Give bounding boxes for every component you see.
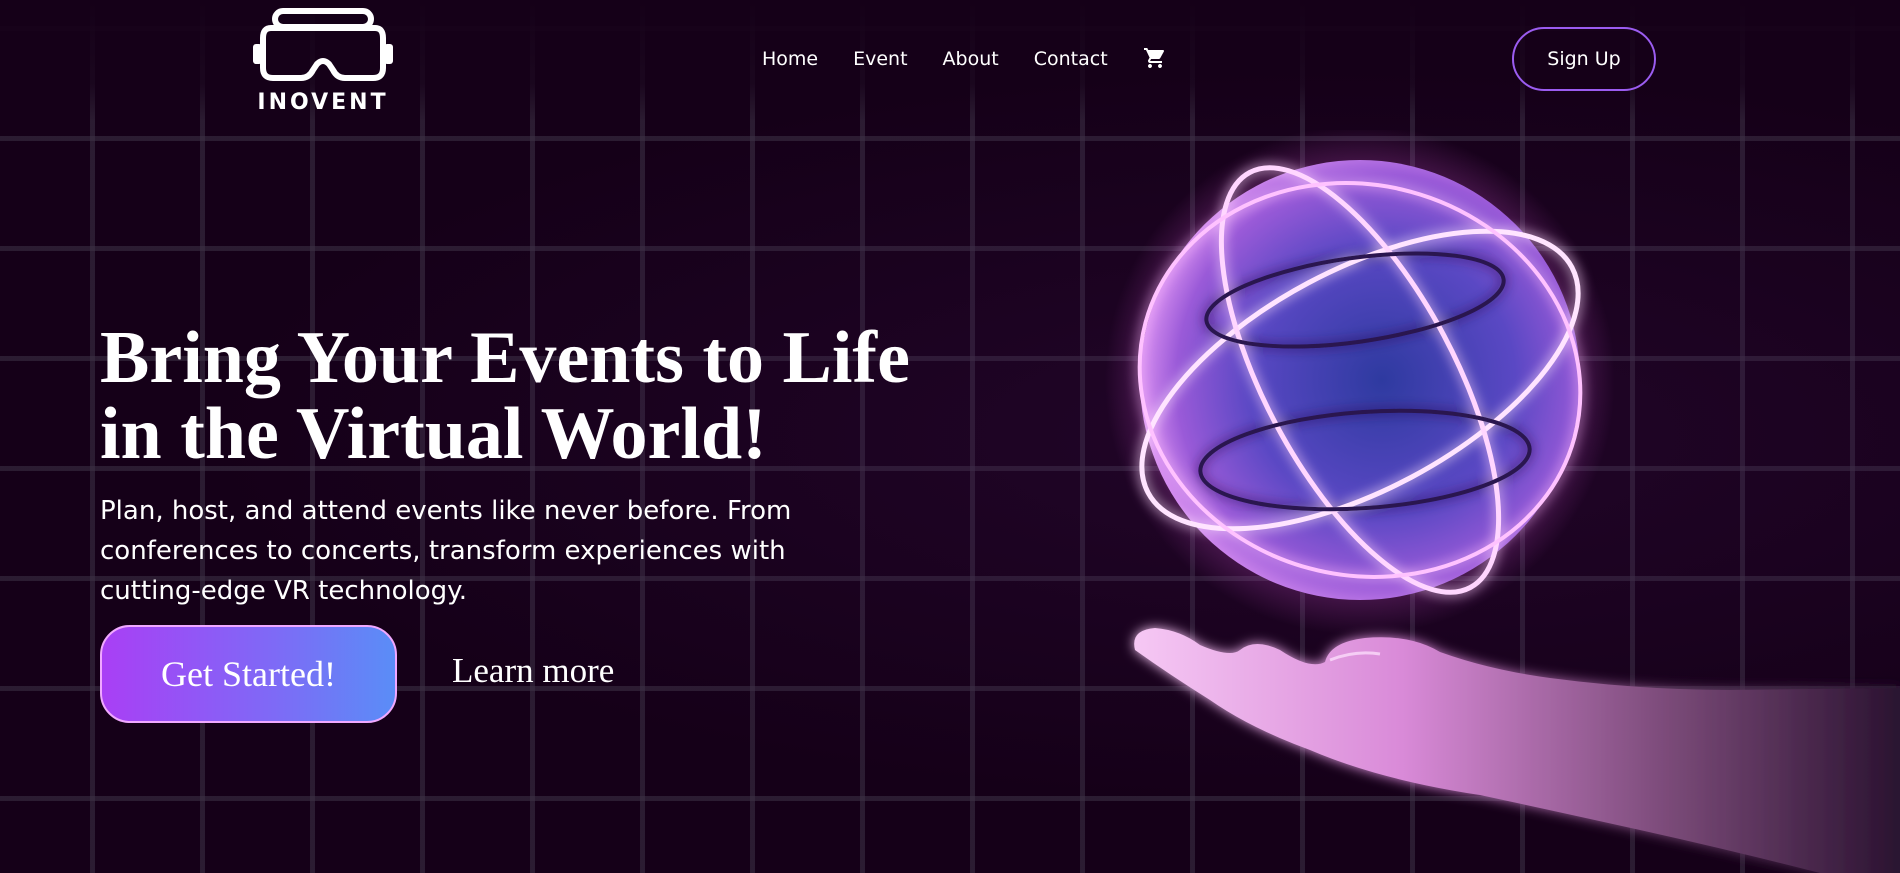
globe-sphere: [1140, 160, 1580, 600]
hand: [1134, 628, 1900, 873]
hero-title: Bring Your Events to Life in the Virtual…: [100, 320, 1000, 472]
hero-subtitle-line: cutting-edge VR technology.: [100, 576, 468, 606]
hero-title-line: Bring Your Events to Life: [100, 317, 910, 399]
nav-about[interactable]: About: [943, 48, 999, 70]
hero-subtitle-line: conferences to concerts, transform exper…: [100, 536, 786, 566]
nav-contact[interactable]: Contact: [1034, 48, 1108, 70]
cart-icon[interactable]: [1143, 46, 1167, 70]
brand-logo[interactable]: INOVENT: [250, 6, 400, 116]
globe-hand-illustration: [1080, 130, 1900, 873]
hero-subtitle: Plan, host, and attend events like never…: [100, 491, 820, 611]
get-started-button[interactable]: Get Started!: [100, 625, 397, 723]
learn-more-link[interactable]: Learn more: [452, 651, 614, 691]
vr-headset-icon: [253, 8, 393, 81]
sign-up-button[interactable]: Sign Up: [1512, 27, 1656, 91]
hero-title-line: in the Virtual World!: [100, 393, 767, 475]
landing-page: INOVENT Home Event About Contact Sign Up…: [0, 0, 1900, 873]
brand-name: INOVENT: [257, 90, 389, 115]
hero-subtitle-line: Plan, host, and attend events like never…: [100, 496, 792, 526]
nav-event[interactable]: Event: [853, 48, 907, 70]
nav-home[interactable]: Home: [762, 48, 818, 70]
main-nav: Home Event About Contact: [762, 48, 1167, 70]
